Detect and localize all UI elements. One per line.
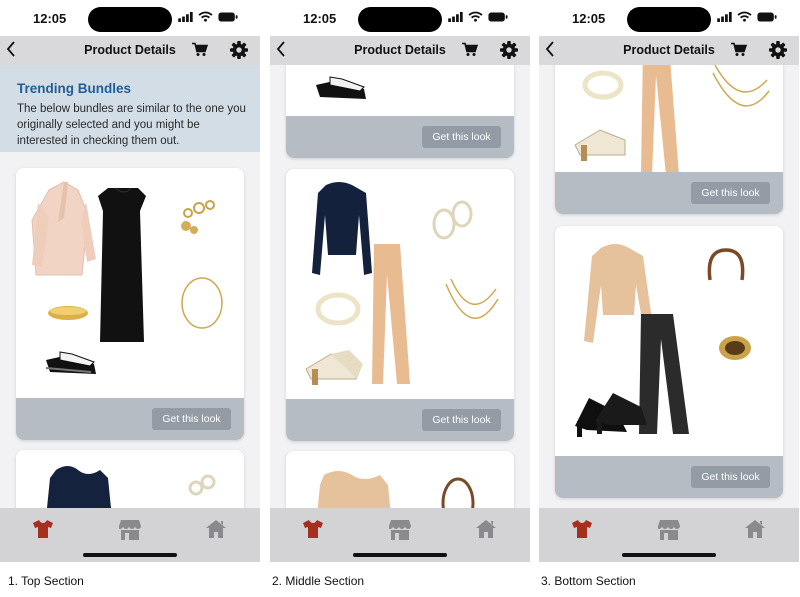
get-this-look-button[interactable]: Get this look (152, 408, 231, 430)
phone-screen-middle: 12:05 Product Details Get this look Get … (270, 0, 530, 562)
status-bar: 12:05 (270, 0, 530, 36)
dynamic-island (358, 7, 442, 32)
store-icon[interactable] (658, 520, 680, 540)
caption-bottom-section: 3. Bottom Section (541, 574, 636, 588)
home-icon[interactable] (206, 520, 226, 538)
bundle-card[interactable]: Get this look (555, 65, 783, 214)
trending-banner: Trending Bundles The below bundles are s… (0, 65, 260, 152)
dynamic-island (88, 7, 172, 32)
wifi-icon (198, 11, 213, 22)
status-bar: 12:05 (539, 0, 799, 36)
battery-icon (218, 12, 238, 22)
nav-bar: Product Details (0, 36, 260, 65)
home-indicator (622, 553, 716, 557)
bundle-card[interactable] (16, 450, 244, 508)
gear-icon[interactable] (230, 41, 248, 59)
cart-icon[interactable] (462, 42, 478, 57)
scroll-content[interactable]: Trending Bundles The below bundles are s… (0, 65, 260, 508)
outfit-image (316, 76, 366, 99)
page-title: Product Details (354, 43, 446, 57)
shirt-icon[interactable] (33, 520, 53, 538)
gear-icon[interactable] (500, 41, 518, 59)
home-indicator (353, 553, 447, 557)
get-this-look-button[interactable]: Get this look (422, 126, 501, 148)
card-footer: Get this look (286, 116, 514, 158)
status-time: 12:05 (572, 11, 606, 26)
store-icon[interactable] (119, 520, 141, 540)
signal-icon (178, 12, 193, 22)
status-time: 12:05 (303, 11, 337, 26)
wifi-icon (468, 11, 483, 22)
bundle-card[interactable] (286, 451, 514, 508)
get-this-look-button[interactable]: Get this look (422, 409, 501, 431)
phone-screen-top: 12:05 Product Details Trending Bundles T… (0, 0, 260, 562)
home-icon[interactable] (745, 520, 765, 538)
tab-bar (0, 508, 260, 562)
bundle-card[interactable]: Get this look (16, 168, 244, 440)
bundle-card[interactable]: Get this look (286, 65, 514, 158)
nav-bar: Product Details (539, 36, 799, 65)
scroll-content[interactable]: Get this look Get this look (539, 65, 799, 508)
shirt-icon[interactable] (572, 520, 592, 538)
dynamic-island (627, 7, 711, 32)
outfit-image (31, 181, 223, 374)
outfit-image (47, 466, 216, 508)
caption-middle-section: 2. Middle Section (272, 574, 365, 588)
signal-icon (717, 12, 732, 22)
caption-top-section: 1. Top Section (8, 574, 84, 588)
status-time: 12:05 (33, 11, 67, 26)
banner-title: Trending Bundles (17, 81, 132, 96)
outfit-image (305, 182, 499, 385)
outfit-image (574, 65, 770, 172)
scroll-content[interactable]: Get this look Get this look (270, 65, 530, 508)
nav-bar: Product Details (270, 36, 530, 65)
home-icon[interactable] (476, 520, 496, 538)
home-indicator (83, 553, 177, 557)
card-footer: Get this look (555, 172, 783, 214)
card-footer: Get this look (286, 399, 514, 441)
bundle-card[interactable]: Get this look (555, 226, 783, 498)
get-this-look-button[interactable]: Get this look (691, 466, 770, 488)
banner-description: The below bundles are similar to the one… (17, 103, 246, 147)
cart-icon[interactable] (731, 42, 747, 57)
battery-icon (488, 12, 508, 22)
card-footer: Get this look (16, 398, 244, 440)
outfit-image (317, 471, 475, 508)
outfit-image (575, 244, 751, 437)
signal-icon (448, 12, 463, 22)
wifi-icon (737, 11, 752, 22)
bundle-card[interactable]: Get this look (286, 169, 514, 441)
page-title: Product Details (623, 43, 715, 57)
phone-screen-bottom: 12:05 Product Details Get this look Get … (539, 0, 799, 562)
tab-bar (270, 508, 530, 562)
tab-bar (539, 508, 799, 562)
battery-icon (757, 12, 777, 22)
page-title: Product Details (84, 43, 176, 57)
get-this-look-button[interactable]: Get this look (691, 182, 770, 204)
cart-icon[interactable] (192, 42, 208, 57)
shirt-icon[interactable] (303, 520, 323, 538)
store-icon[interactable] (389, 520, 411, 540)
gear-icon[interactable] (769, 41, 787, 59)
card-footer: Get this look (555, 456, 783, 498)
status-bar: 12:05 (0, 0, 260, 36)
